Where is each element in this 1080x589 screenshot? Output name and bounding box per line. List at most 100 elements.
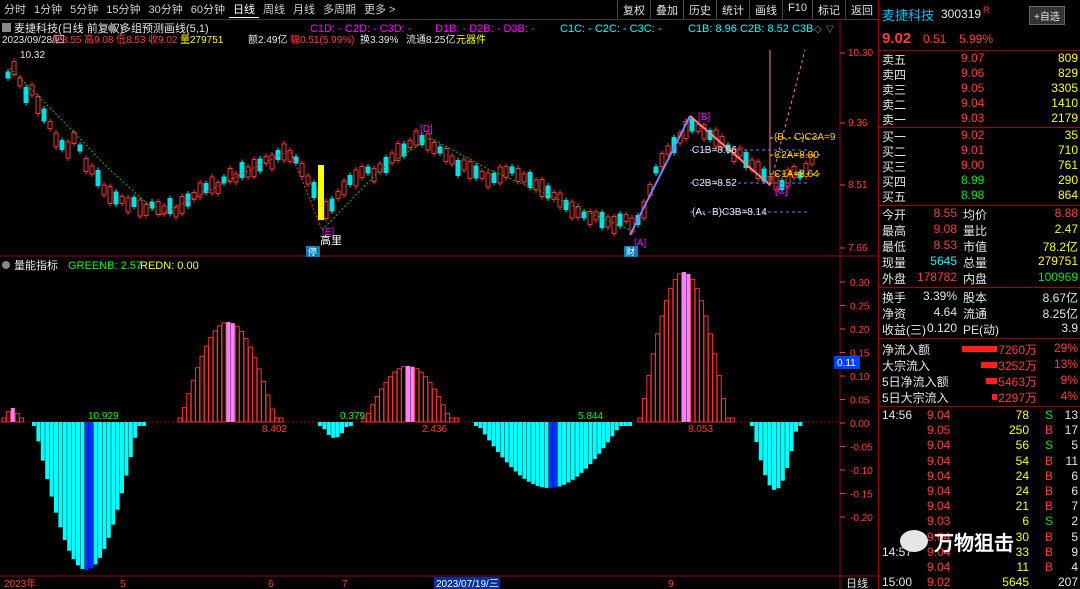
toolbar-button[interactable]: F10 [782, 0, 812, 20]
indicator-bar [772, 422, 776, 490]
stat-label: 今开 [882, 208, 907, 222]
bid-row: 买二 9.01 710 [879, 143, 1080, 159]
toolbar-button[interactable]: 统计 [716, 0, 749, 20]
close-icon[interactable]: ▽ [826, 24, 834, 35]
date-tick: 9 [668, 579, 674, 589]
tick-count: 13 [1064, 408, 1078, 422]
period-tab[interactable]: 15分钟 [102, 1, 144, 18]
stat-value: 100969 [1037, 270, 1078, 284]
tick-side: B [1045, 423, 1054, 438]
tick-row: 9.04 56 S 5 [879, 438, 1080, 454]
c1b-label: C1B=8.96 [692, 145, 737, 156]
candle [503, 166, 509, 178]
indicator-settings-icon[interactable] [108, 24, 116, 32]
indicator-bar [526, 422, 531, 482]
indicator-bar [606, 422, 610, 443]
stat-label: 总量 [963, 256, 988, 270]
tick-row: 15:00 9.02 5645 207 [879, 575, 1080, 589]
bar-label: 8.053 [688, 424, 713, 435]
toolbar-button[interactable]: 叠加 [650, 0, 683, 20]
candle [11, 61, 17, 75]
indicator-bar [340, 422, 344, 434]
add-watchlist-button[interactable]: +自选 [1029, 6, 1065, 25]
indicator-bar [496, 422, 500, 452]
stat-value: 2.47 [1054, 222, 1078, 236]
period-tab[interactable]: 周线 [259, 1, 289, 18]
indicator-bar [614, 422, 619, 431]
crosshair-date: 2023/07/19/三 [436, 579, 499, 589]
toolbar-button[interactable]: 返回 [845, 0, 878, 20]
candle [143, 204, 149, 216]
indicator-bar [142, 422, 146, 426]
ask-row: 卖二 9.04 1410 [879, 96, 1080, 112]
indicator-tick: -0.15 [850, 490, 873, 501]
indicator-tick: 0.30 [850, 278, 870, 289]
indicator-bar [758, 422, 763, 461]
toolbar-button[interactable]: 标记 [812, 0, 845, 20]
toolbar-button[interactable]: 复权 [617, 0, 650, 20]
candle [491, 173, 497, 183]
menu-icon[interactable] [2, 23, 11, 32]
period-tab[interactable]: 月线 [289, 1, 319, 18]
date-tick: 5 [120, 579, 126, 589]
indicator-bar [406, 366, 410, 422]
toolbar-button[interactable]: 历史 [683, 0, 716, 20]
stat-value: 8.25亿 [1042, 307, 1078, 321]
tick-volume: 5645 [1002, 575, 1029, 589]
indicator-bar [318, 422, 322, 426]
tick-count: 17 [1064, 423, 1078, 438]
period-toolbar: 分时 1分钟 5分钟 15分钟 30分钟 60分钟 日线 周线 月线 多周期 更多 > 复权 叠加 历史… [0, 0, 878, 20]
candle [29, 84, 35, 96]
tick-side: B [1045, 468, 1054, 483]
stat-row: 收益(三) 0.120 PE(动) 3.9 [879, 321, 1080, 337]
period-tab[interactable]: 分时 [0, 1, 30, 18]
candle [233, 173, 239, 183]
candle [659, 153, 665, 167]
indicator-bar [487, 422, 492, 441]
stat-row: 最高 9.08 量比 2.47 [879, 222, 1080, 238]
stat-label: 最高 [882, 224, 907, 238]
info-low: 低8.53 [116, 33, 146, 46]
chart-background [0, 20, 878, 589]
bid-volume: 761 [1057, 158, 1078, 172]
toolbar-button[interactable]: 画线 [749, 0, 782, 20]
period-tab[interactable]: 60分钟 [187, 1, 229, 18]
date-tick: 6 [268, 579, 274, 589]
candle [95, 170, 101, 186]
indicator-bar [513, 422, 518, 472]
candle [485, 172, 491, 188]
bid-price: 8.98 [961, 188, 985, 202]
period-tab[interactable]: 30分钟 [145, 1, 187, 18]
candle [689, 118, 695, 132]
stat-label: 换手 [882, 291, 907, 305]
period-tab[interactable]: 5分钟 [66, 1, 102, 18]
kline-chart[interactable]: 麦捷科技(日线 前复权) 多组预测画线(5,1) C1D: - C2D: - C… [0, 20, 878, 589]
period-tab[interactable]: 多周期 [319, 1, 360, 18]
tick-time: 15:00 [882, 575, 913, 589]
tick-price: 9.04 [927, 453, 951, 468]
period-label[interactable]: 日线 [846, 576, 868, 589]
indicator-bar [592, 422, 597, 460]
candle [551, 192, 557, 200]
period-tab[interactable]: 更多 > [360, 1, 399, 18]
indicator-bar [619, 422, 624, 426]
period-tab[interactable]: 日线 [229, 1, 259, 18]
divider [879, 338, 1080, 339]
candle [305, 175, 311, 185]
tick-price: 9.04 [927, 499, 951, 514]
candle [215, 182, 221, 194]
indicator-bar [344, 422, 349, 427]
period-tab[interactable]: 1分钟 [30, 1, 66, 18]
candle [617, 213, 623, 227]
indicator-menu-icon[interactable] [2, 261, 10, 269]
tick-price: 9.04 [927, 468, 951, 483]
watermark: 万物狙击 [900, 526, 1070, 556]
indicator-bar [794, 422, 798, 432]
price-change-pct: 5.99% [959, 32, 994, 46]
indicator-bar [98, 422, 102, 558]
indicator-bar [500, 422, 505, 458]
candle [473, 165, 479, 179]
stock-code: 300319 [941, 7, 982, 21]
indicator-bar [80, 422, 85, 569]
indicator-tick: 0.20 [850, 325, 870, 336]
